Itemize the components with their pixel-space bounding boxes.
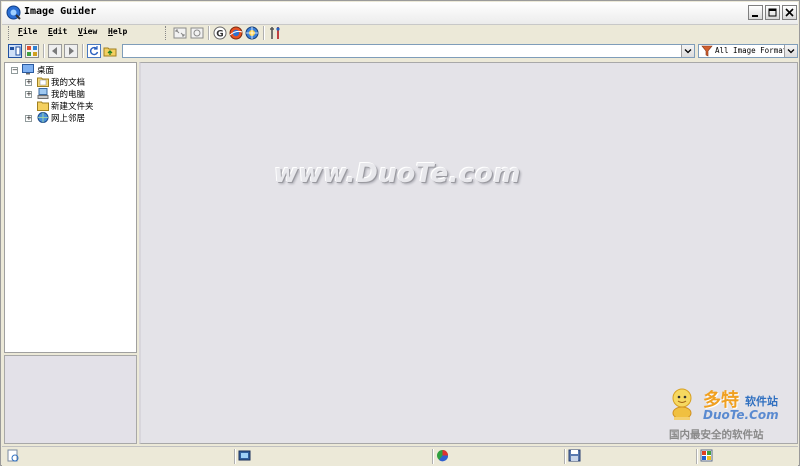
logo-brand-sub: 软件站 bbox=[745, 395, 778, 408]
mascot-icon bbox=[672, 388, 692, 420]
back-icon[interactable] bbox=[48, 44, 62, 58]
menu-view[interactable]: View bbox=[78, 27, 97, 36]
up-folder-icon[interactable] bbox=[103, 44, 117, 58]
close-icon bbox=[785, 8, 794, 17]
tree-node-desktop[interactable]: − 桌面 bbox=[9, 64, 134, 76]
maximize-icon bbox=[768, 8, 777, 17]
preview-pane bbox=[4, 355, 137, 444]
title-bar: Image Guider bbox=[2, 2, 798, 25]
status-separator bbox=[696, 449, 698, 464]
google-icon[interactable]: G bbox=[213, 26, 227, 40]
window-title: Image Guider bbox=[24, 6, 97, 17]
app-logo-icon bbox=[6, 5, 21, 20]
tree-node-label: 我的文档 bbox=[51, 78, 86, 88]
watermark-text: www.DuoTe.com bbox=[274, 159, 521, 189]
menu-file-label: ile bbox=[22, 27, 38, 36]
menu-grip[interactable] bbox=[8, 26, 12, 40]
folder-tree: − 桌面 + 我的文档 + 我的电脑 新建文件夹 + 网上邻居 bbox=[4, 62, 137, 353]
menu-file[interactable]: File bbox=[18, 27, 37, 36]
computer-icon bbox=[37, 88, 49, 99]
logo-domain: DuoTe.Com bbox=[703, 408, 779, 422]
menu-view-label: iew bbox=[82, 27, 98, 36]
tree-node-label: 我的电脑 bbox=[51, 90, 86, 100]
menu-edit-label: dit bbox=[52, 27, 68, 36]
status-film-icon bbox=[238, 450, 251, 461]
path-dropdown-button[interactable] bbox=[681, 45, 694, 57]
fit-window-icon[interactable] bbox=[173, 26, 187, 40]
status-bar bbox=[2, 446, 798, 466]
toolbar-separator bbox=[82, 44, 84, 58]
maximize-button[interactable] bbox=[765, 5, 780, 20]
network-icon bbox=[37, 112, 49, 123]
svg-text:G: G bbox=[216, 30, 223, 40]
image-format-filter[interactable]: All Image Format bbox=[698, 44, 798, 58]
status-color-icon bbox=[437, 450, 449, 462]
chevron-down-icon bbox=[787, 49, 795, 54]
logo-slogan: 国内最安全的软件站 bbox=[669, 429, 764, 441]
forward-icon[interactable] bbox=[64, 44, 78, 58]
expand-toggle[interactable]: + bbox=[25, 91, 32, 98]
toolbar-grip[interactable] bbox=[165, 26, 169, 40]
status-image-icon bbox=[7, 449, 19, 462]
tree-node-my-computer[interactable]: + 我的电脑 bbox=[9, 88, 134, 100]
path-combobox[interactable] bbox=[122, 44, 695, 58]
thumbnail-view-icon[interactable] bbox=[25, 44, 39, 58]
toolbar-separator bbox=[263, 26, 265, 40]
status-separator bbox=[234, 449, 236, 464]
close-button[interactable] bbox=[782, 5, 797, 20]
tools-icon[interactable] bbox=[268, 26, 282, 40]
minimize-button[interactable] bbox=[748, 5, 763, 20]
toolbar-separator bbox=[43, 44, 45, 58]
menu-help-label: elp bbox=[112, 27, 128, 36]
collapse-toggle[interactable]: − bbox=[11, 67, 18, 74]
filter-icon bbox=[701, 45, 713, 57]
menu-help[interactable]: Help bbox=[108, 27, 127, 36]
status-separator bbox=[564, 449, 566, 464]
refresh-icon[interactable] bbox=[87, 44, 101, 58]
minimize-icon bbox=[752, 15, 758, 17]
globe-orbit-icon[interactable] bbox=[229, 26, 243, 40]
tree-node-label: 网上邻居 bbox=[51, 114, 86, 124]
explorer-view-icon[interactable] bbox=[8, 44, 22, 58]
status-save-icon bbox=[568, 449, 581, 462]
desktop-icon bbox=[22, 64, 34, 75]
site-logo: 多特 软件站 DuoTe.Com 国内最安全的软件站 bbox=[661, 383, 800, 445]
tree-node-new-folder[interactable]: 新建文件夹 bbox=[9, 100, 134, 112]
documents-folder-icon bbox=[37, 77, 49, 87]
menu-bar: File Edit View Help G bbox=[2, 25, 798, 41]
folder-icon bbox=[37, 101, 49, 111]
status-separator bbox=[432, 449, 434, 464]
filter-dropdown-button[interactable] bbox=[784, 45, 797, 57]
status-window-icon bbox=[700, 449, 713, 462]
toolbar-separator bbox=[208, 26, 210, 40]
tree-node-label: 桌面 bbox=[37, 66, 55, 76]
image-format-value: All Image Format bbox=[715, 46, 785, 55]
tree-node-label: 新建文件夹 bbox=[51, 102, 94, 112]
tree-node-network[interactable]: + 网上邻居 bbox=[9, 112, 134, 124]
menu-edit[interactable]: Edit bbox=[48, 27, 67, 36]
expand-toggle[interactable]: + bbox=[25, 115, 32, 122]
navigation-toolbar: All Image Format bbox=[2, 42, 798, 60]
tree-node-documents[interactable]: + 我的文档 bbox=[9, 76, 134, 88]
globe-icon[interactable] bbox=[245, 26, 259, 40]
actual-size-icon[interactable] bbox=[190, 26, 204, 40]
app-window: Image Guider File Edit View Help G All I… bbox=[0, 0, 800, 466]
expand-toggle[interactable]: + bbox=[25, 79, 32, 86]
chevron-down-icon bbox=[684, 49, 692, 54]
